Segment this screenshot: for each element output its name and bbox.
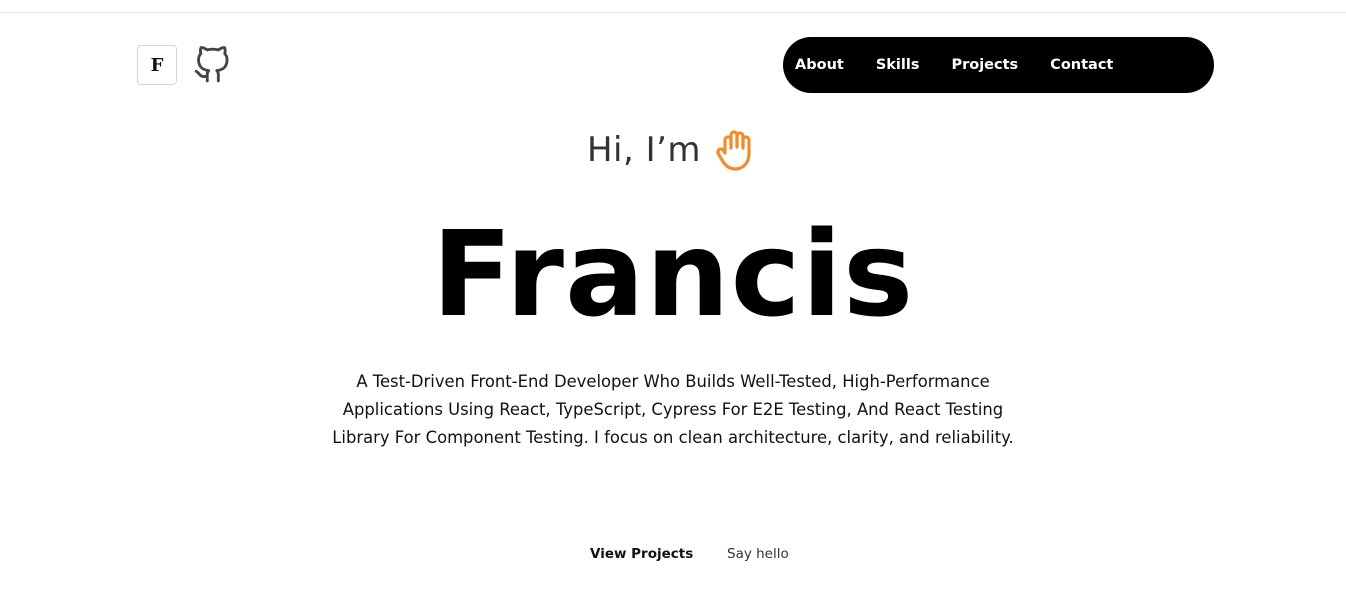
logo-button[interactable]: F — [137, 45, 177, 85]
logo-letter: F — [150, 54, 164, 76]
nav-contact[interactable]: Contact — [1050, 57, 1113, 73]
main-nav: About Skills Projects Contact — [783, 37, 1214, 93]
github-icon — [194, 46, 229, 83]
hero-name: Francis — [431, 205, 915, 343]
github-link[interactable] — [192, 44, 232, 86]
hero-description: A Test-Driven Front-End Developer Who Bu… — [332, 372, 1014, 447]
nav-about[interactable]: About — [795, 57, 844, 73]
view-projects-link[interactable]: View Projects — [590, 546, 693, 562]
waving-hand-icon — [716, 130, 751, 171]
top-divider — [0, 12, 1346, 13]
greeting-text: Hi, I’m — [586, 130, 702, 170]
say-hello-link[interactable]: Say hello — [727, 546, 789, 562]
nav-projects[interactable]: Projects — [951, 57, 1018, 73]
nav-skills[interactable]: Skills — [876, 57, 920, 73]
greeting: Hi, I’m — [0, 126, 1346, 174]
